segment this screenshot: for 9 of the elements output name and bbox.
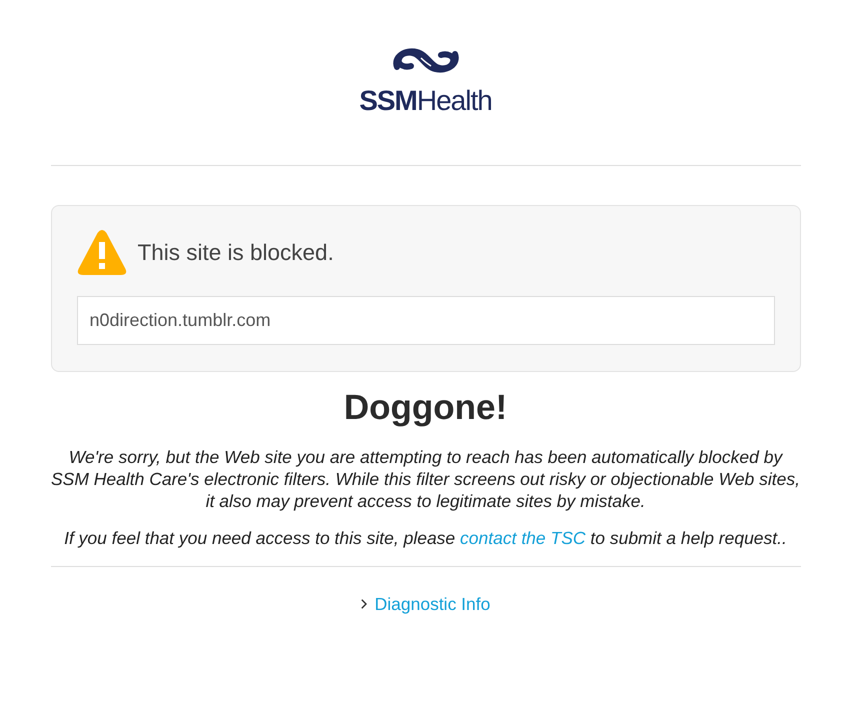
blocked-title: This site is blocked.	[138, 238, 334, 266]
diagnostic-info-toggle[interactable]: Diagnostic Info	[360, 593, 490, 615]
help-paragraph: If you feel that you need access to this site, please contact the TSC to submit a help request..	[63, 527, 788, 549]
logo-wordmark: SSMHealth	[359, 86, 492, 116]
message-paragraph: We're sorry, but the Web site you are attempting to reach has been automatically blocked by SSM Health Care's electronic filters. While this filter screens out risky or objectionable Web sites, it also may prevent access to legitimate sites by mistake.	[50, 446, 800, 512]
page-heading: Doggone!	[342, 388, 508, 428]
url-field: n0direction.tumblr.com	[76, 296, 774, 345]
contact-link[interactable]: contact the TSC	[460, 528, 586, 548]
warning-icon	[76, 229, 126, 276]
